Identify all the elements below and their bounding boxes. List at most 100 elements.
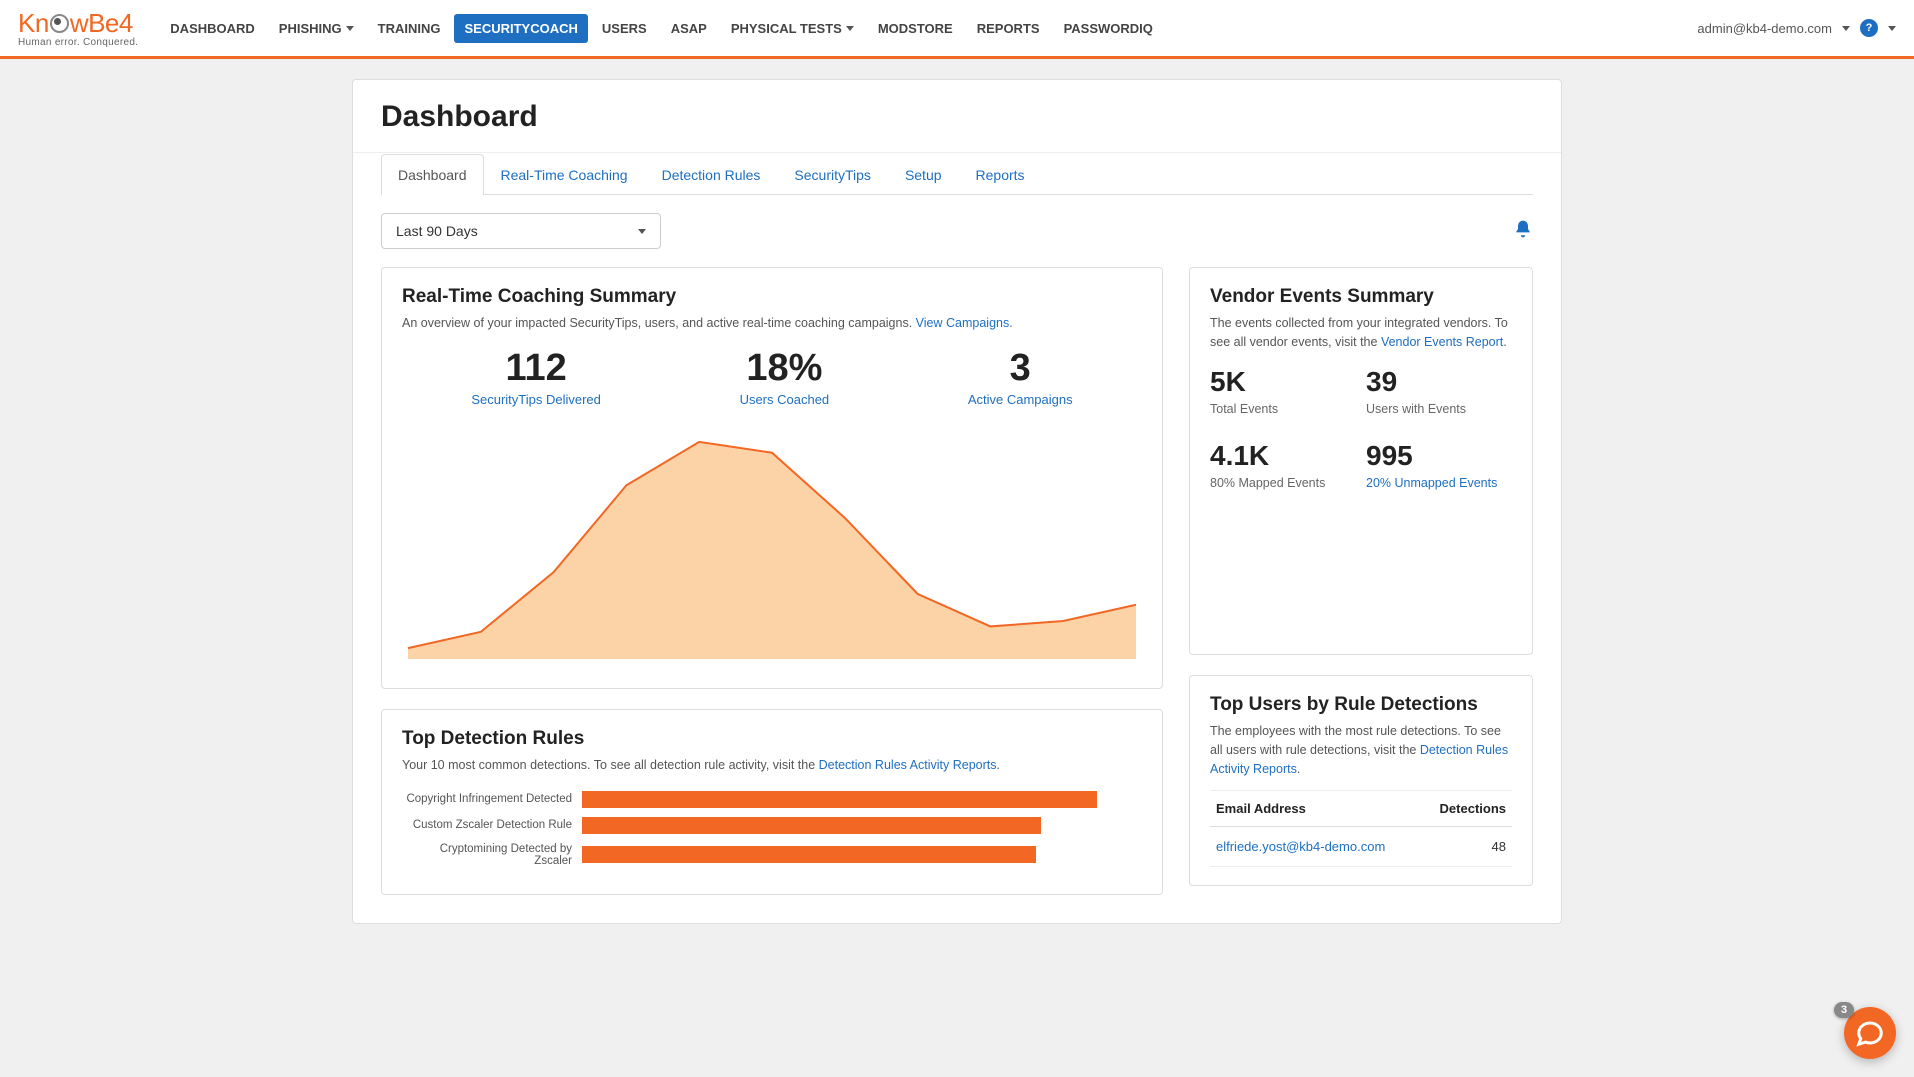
bar-track <box>582 817 1142 834</box>
user-menu[interactable]: admin@kb4-demo.com ? <box>1697 19 1896 37</box>
vendor-stat-value: 39 <box>1366 366 1512 398</box>
tab-securitytips[interactable]: SecurityTips <box>777 154 888 195</box>
nav-reports[interactable]: REPORTS <box>967 14 1050 43</box>
rtc-summary-sub: An overview of your impacted SecurityTip… <box>402 314 1142 333</box>
tab-reports[interactable]: Reports <box>959 154 1042 195</box>
vendor-stat-value: 4.1K <box>1210 440 1356 472</box>
user-email: admin@kb4-demo.com <box>1697 21 1832 36</box>
logo-text: KnwBe4 <box>18 8 138 39</box>
nav-users[interactable]: USERS <box>592 14 657 43</box>
rtc-summary-card: Real-Time Coaching Summary An overview o… <box>381 267 1163 689</box>
subnav-tabs: DashboardReal-Time CoachingDetection Rul… <box>381 153 1533 195</box>
vendor-stat-label[interactable]: 20% Unmapped Events <box>1366 476 1512 490</box>
bar-label: Custom Zscaler Detection Rule <box>402 819 582 831</box>
bar-fill <box>582 817 1041 834</box>
bar-label: Cryptomining Detected by Zscaler <box>402 843 582 867</box>
rtc-stat: 3 Active Campaigns <box>968 347 1073 407</box>
rtc-stat-label[interactable]: Users Coached <box>740 392 830 407</box>
caret-down-icon <box>346 26 354 31</box>
vendor-summary-card: Vendor Events Summary The events collect… <box>1189 267 1533 655</box>
top-rules-sub: Your 10 most common detections. To see a… <box>402 756 1142 775</box>
top-rules-title: Top Detection Rules <box>402 728 1142 750</box>
vendor-stat-label: Users with Events <box>1366 402 1512 416</box>
top-users-title: Top Users by Rule Detections <box>1210 694 1512 716</box>
chat-icon <box>1855 1018 1885 1048</box>
caret-down-icon <box>846 26 854 31</box>
nav-dashboard[interactable]: DASHBOARD <box>160 14 265 43</box>
rtc-stats-row: 112 SecurityTips Delivered 18% Users Coache… <box>402 347 1142 407</box>
chat-fab[interactable]: 3 <box>1844 1007 1896 1059</box>
rtc-stat-value: 112 <box>471 347 601 390</box>
nav-passwordiq[interactable]: PASSWORDIQ <box>1054 14 1163 43</box>
bar-row: Cryptomining Detected by Zscaler <box>402 843 1142 867</box>
bar-label: Copyright Infringement Detected <box>402 793 582 805</box>
fab-badge: 3 <box>1834 1002 1854 1018</box>
col-email: Email Address <box>1216 801 1306 816</box>
page-header: Dashboard <box>353 80 1561 153</box>
nav-training[interactable]: TRAINING <box>368 14 451 43</box>
vendor-stat-value: 995 <box>1366 440 1512 472</box>
bar-track <box>582 846 1142 863</box>
user-detection-count: 48 <box>1492 839 1506 854</box>
detection-reports-link[interactable]: Detection Rules Activity Reports <box>819 758 997 772</box>
rtc-stat: 18% Users Coached <box>740 347 830 407</box>
tab-real-time-coaching[interactable]: Real-Time Coaching <box>484 154 645 195</box>
view-campaigns-link[interactable]: View Campaigns <box>916 316 1010 330</box>
logo[interactable]: KnwBe4 Human error. Conquered. <box>18 8 138 48</box>
tab-setup[interactable]: Setup <box>888 154 959 195</box>
content-grid: Real-Time Coaching Summary An overview o… <box>353 249 1561 923</box>
vendor-report-link[interactable]: Vendor Events Report <box>1381 335 1503 349</box>
logo-o-icon <box>50 14 69 33</box>
bar-fill <box>582 846 1036 863</box>
help-icon[interactable]: ? <box>1860 19 1878 37</box>
caret-down-icon <box>1842 26 1850 31</box>
top-users-card: Top Users by Rule Detections The employe… <box>1189 675 1533 886</box>
tab-dashboard[interactable]: Dashboard <box>381 154 484 195</box>
filter-row: Last 90 Days <box>353 195 1561 249</box>
nav-modstore[interactable]: MODSTORE <box>868 14 963 43</box>
vendor-summary-title: Vendor Events Summary <box>1210 286 1512 308</box>
nav-asap[interactable]: ASAP <box>661 14 717 43</box>
main-nav: DASHBOARDPHISHINGTRAININGSECURITYCOACHUS… <box>160 14 1697 43</box>
notifications-bell-icon[interactable] <box>1513 218 1533 245</box>
bar-row: Custom Zscaler Detection Rule <box>402 817 1142 834</box>
caret-down-icon <box>1888 26 1896 31</box>
nav-physical-tests[interactable]: PHYSICAL TESTS <box>721 14 864 43</box>
top-navbar: KnwBe4 Human error. Conquered. DASHBOARD… <box>0 0 1914 59</box>
top-users-table: Email Address Detections elfriede.yost@k… <box>1210 790 1512 867</box>
table-row: elfriede.yost@kb4-demo.com 48 <box>1210 827 1512 867</box>
caret-down-icon <box>638 229 646 234</box>
top-rules-card: Top Detection Rules Your 10 most common … <box>381 709 1163 895</box>
user-email-link[interactable]: elfriede.yost@kb4-demo.com <box>1216 839 1385 854</box>
page-title: Dashboard <box>381 100 1533 134</box>
main-container: Dashboard DashboardReal-Time CoachingDet… <box>352 79 1562 924</box>
vendor-stat: 5K Total Events <box>1210 366 1356 416</box>
bar-fill <box>582 791 1097 808</box>
rtc-stat: 112 SecurityTips Delivered <box>471 347 601 407</box>
top-users-sub: The employees with the most rule detecti… <box>1210 722 1512 778</box>
vendor-stat-label: 80% Mapped Events <box>1210 476 1356 490</box>
vendor-summary-sub: The events collected from your integrate… <box>1210 314 1512 352</box>
date-range-dropdown[interactable]: Last 90 Days <box>381 213 661 249</box>
rtc-stat-value: 18% <box>740 347 830 390</box>
top-rules-bar-chart: Copyright Infringement Detected Custom Zs… <box>402 791 1142 867</box>
vendor-stat: 995 20% Unmapped Events <box>1366 440 1512 490</box>
tab-detection-rules[interactable]: Detection Rules <box>645 154 778 195</box>
vendor-stat: 39 Users with Events <box>1366 366 1512 416</box>
rtc-stat-value: 3 <box>968 347 1073 390</box>
bar-row: Copyright Infringement Detected <box>402 791 1142 808</box>
date-range-value: Last 90 Days <box>396 223 478 239</box>
bar-track <box>582 791 1142 808</box>
top-users-table-head: Email Address Detections <box>1210 790 1512 827</box>
nav-securitycoach[interactable]: SECURITYCOACH <box>454 14 587 43</box>
vendor-stat-value: 5K <box>1210 366 1356 398</box>
logo-tagline: Human error. Conquered. <box>18 37 138 48</box>
vendor-stat-label: Total Events <box>1210 402 1356 416</box>
vendor-stat: 4.1K 80% Mapped Events <box>1210 440 1356 490</box>
vendor-stats-grid: 5K Total Events 39 Users with Events 4.1K 80%… <box>1210 366 1512 490</box>
rtc-area-chart <box>402 425 1142 665</box>
rtc-stat-label[interactable]: Active Campaigns <box>968 392 1073 407</box>
nav-phishing[interactable]: PHISHING <box>269 14 364 43</box>
rtc-summary-title: Real-Time Coaching Summary <box>402 286 1142 308</box>
rtc-stat-label[interactable]: SecurityTips Delivered <box>471 392 601 407</box>
